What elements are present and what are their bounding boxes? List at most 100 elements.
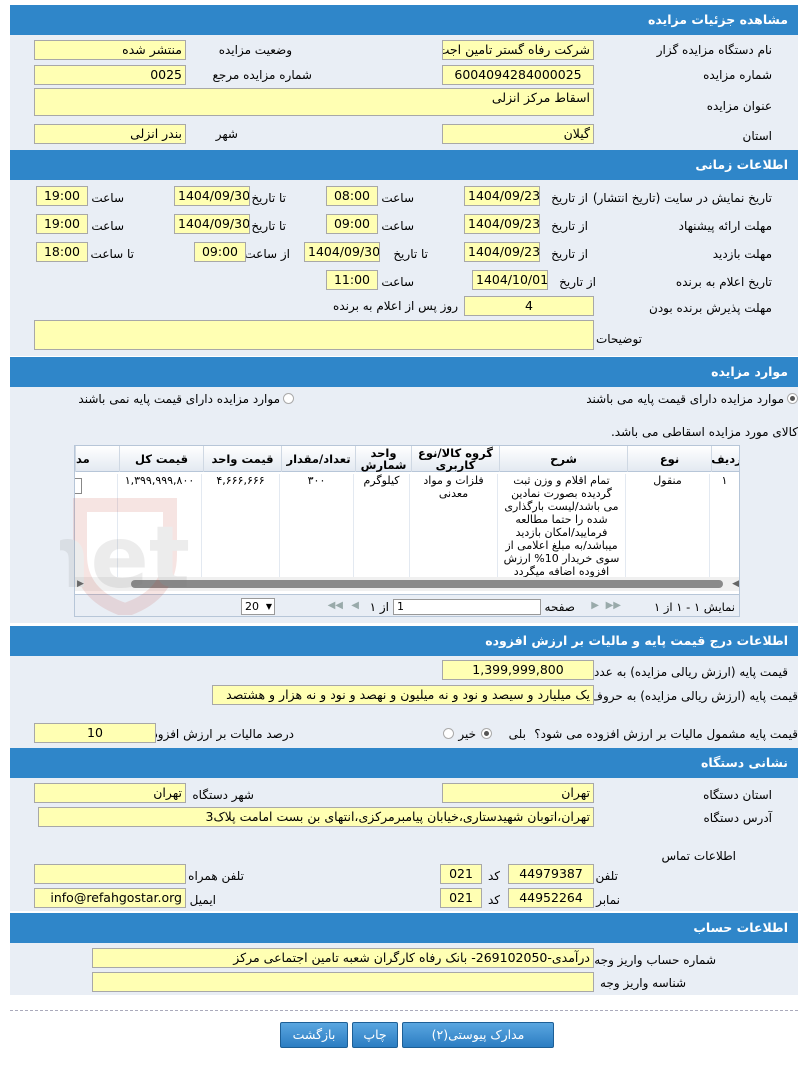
- province-label: استان: [742, 129, 772, 143]
- scroll-right-arrow-icon[interactable]: ▶: [77, 579, 84, 589]
- status-field: منتشر شده: [34, 40, 186, 60]
- col-unit: واحد شمارش: [355, 446, 411, 472]
- first-page-icon[interactable]: ▶▶: [606, 600, 621, 611]
- account-label: شماره حساب واریز وجه: [594, 953, 716, 967]
- number-field: 6004094284000025: [442, 65, 594, 85]
- winner-date-field: 1404/10/01: [472, 270, 548, 290]
- vat-percent-label: درصد مالیات بر ارزش افزوده: [146, 727, 294, 741]
- email-label: ایمیل: [189, 893, 216, 907]
- vat-yes-label: بلی: [508, 727, 526, 741]
- col-more: مد: [75, 446, 119, 472]
- page-size-select[interactable]: 20 ▼: [241, 598, 275, 615]
- scroll-left-arrow-icon[interactable]: ◀: [732, 579, 739, 589]
- visit-to-time-field: 18:00: [36, 242, 88, 262]
- divider: [10, 1010, 798, 1011]
- cell-qty: ۳۰۰: [279, 474, 353, 578]
- org-label: نام دستگاه مزایده گزار: [656, 43, 772, 57]
- cell-unit: کیلوگرم: [353, 474, 409, 578]
- offer-to-time-field: 19:00: [36, 214, 88, 234]
- section-title: موارد مزایده: [711, 364, 788, 379]
- more-button[interactable]: [75, 478, 82, 494]
- grid-horizontal-scrollbar[interactable]: ◀ ▶: [75, 577, 739, 591]
- cell-group: فلزات و مواد معدنی: [409, 474, 497, 578]
- cell-total: ۱,۳۹۹,۹۹۹,۸۰۰: [117, 474, 201, 578]
- radio-without-price[interactable]: [283, 393, 294, 404]
- city-field: بندر انزلی: [34, 124, 186, 144]
- prev-page-icon[interactable]: ▶: [591, 600, 599, 611]
- col-qty: تعداد/مقدار: [281, 446, 355, 472]
- col-total: قیمت کل: [119, 446, 203, 472]
- cell-more: [75, 474, 117, 578]
- chevron-down-icon: ▼: [265, 602, 272, 611]
- last-page-icon[interactable]: ◀◀: [328, 600, 343, 611]
- accept-field: 4: [464, 296, 594, 316]
- vat-percent-field: 10: [34, 723, 156, 743]
- fax-code-field: 021: [440, 888, 482, 908]
- hour-label: ساعت: [381, 275, 414, 289]
- page-input[interactable]: 1: [393, 599, 541, 615]
- vat-no-radio[interactable]: [443, 728, 454, 739]
- radio-with-price[interactable]: [787, 393, 798, 404]
- cell-type: منقول: [625, 474, 709, 578]
- winner-label: تاریخ اعلام به برنده: [675, 275, 772, 289]
- price-words-label: قیمت پایه (ارزش ریالی مزایده) به حروف: [590, 689, 798, 703]
- address-field: تهران،اتوبان شهیدستاری،خیابان پیامبرمرکز…: [38, 807, 594, 827]
- section-header-address: نشانی دستگاه: [10, 748, 798, 778]
- account-id-field: [92, 972, 594, 992]
- accept-suffix: روز پس از اعلام به برنده: [333, 299, 458, 313]
- attachments-button[interactable]: مدارک پیوستی(۲): [402, 1022, 554, 1048]
- from-date-label: از تاریخ: [559, 275, 596, 289]
- phone-code-label: کد: [487, 869, 500, 883]
- offer-to-field: 1404/09/30: [174, 214, 250, 234]
- grid-pager: نمایش ۱ - ۱ از ۱ ▶▶ ▶ صفحه 1 از ۱ ◀ ◀◀ 2…: [75, 594, 739, 616]
- ref-field: 0025: [34, 65, 186, 85]
- mobile-field: [34, 864, 186, 884]
- radio-without-price-label: موارد مزایده دارای قیمت پایه نمی باشند: [78, 392, 280, 406]
- vat-question: قیمت پایه مشمول مالیات بر ارزش افزوده می…: [534, 727, 798, 741]
- section-header-price: اطلاعات درج قیمت پایه و مالیات بر ارزش ا…: [10, 626, 798, 656]
- section-title: اطلاعات حساب: [693, 920, 788, 935]
- col-desc: شرح: [499, 446, 627, 472]
- from-hour-label: از ساعت: [244, 247, 290, 261]
- scrollbar-thumb[interactable]: [131, 580, 723, 588]
- hour-label: ساعت: [91, 219, 124, 233]
- print-button[interactable]: چاپ: [352, 1022, 398, 1048]
- back-button[interactable]: بازگشت: [280, 1022, 348, 1048]
- display-to-field: 1404/09/30: [174, 186, 250, 206]
- visit-label: مهلت بازدید: [712, 247, 772, 261]
- addr-city-field: تهران: [34, 783, 186, 803]
- col-type: نوع: [627, 446, 711, 472]
- to-date-label: تا تاریخ: [393, 247, 428, 261]
- section-header-time: اطلاعات زمانی: [10, 150, 798, 180]
- section-title: اطلاعات درج قیمت پایه و مالیات بر ارزش ا…: [485, 633, 788, 648]
- account-id-label: شناسه واریز وجه: [600, 976, 686, 990]
- mobile-label: تلفن همراه: [188, 869, 244, 883]
- offer-from-field: 1404/09/23: [464, 214, 540, 234]
- visit-from-time-field: 09:00: [194, 242, 246, 262]
- address-label: آدرس دستگاه: [703, 811, 772, 825]
- winner-time-field: 11:00: [326, 270, 378, 290]
- price-words-field: یک میلیارد و سیصد و نود و نه میلیون و نه…: [212, 685, 594, 705]
- display-to-time-field: 19:00: [36, 186, 88, 206]
- to-date-label: تا تاریخ: [251, 219, 286, 233]
- fax-field: 44952264: [508, 888, 594, 908]
- display-date-label: تاریخ نمایش در سایت (تاریخ انتشار): [592, 191, 772, 205]
- section-header-details: مشاهده جزئیات مزایده: [10, 5, 798, 35]
- price-number-field: 1,399,999,800: [442, 660, 594, 680]
- status-label: وضعیت مزایده: [218, 43, 292, 57]
- display-from-field: 1404/09/23: [464, 186, 540, 206]
- col-row: ردیف: [711, 446, 739, 472]
- visit-to-field: 1404/09/30: [304, 242, 380, 262]
- vat-yes-radio[interactable]: [481, 728, 492, 739]
- title-field: اسقاط مرکز انزلی: [34, 88, 594, 116]
- hour-label: ساعت: [381, 191, 414, 205]
- hour-label: ساعت: [381, 219, 414, 233]
- to-hour-label: تا ساعت: [90, 247, 134, 261]
- next-page-icon[interactable]: ◀: [351, 600, 359, 611]
- section-title: اطلاعات زمانی: [695, 157, 788, 172]
- section-header-account: اطلاعات حساب: [10, 913, 798, 943]
- fax-code-label: کد: [487, 893, 500, 907]
- cell-desc: تمام اقلام و وزن ثبت گردیده بصورت نمادین…: [497, 474, 625, 578]
- from-date-label: از تاریخ: [551, 191, 588, 205]
- phone-label: تلفن: [595, 869, 618, 883]
